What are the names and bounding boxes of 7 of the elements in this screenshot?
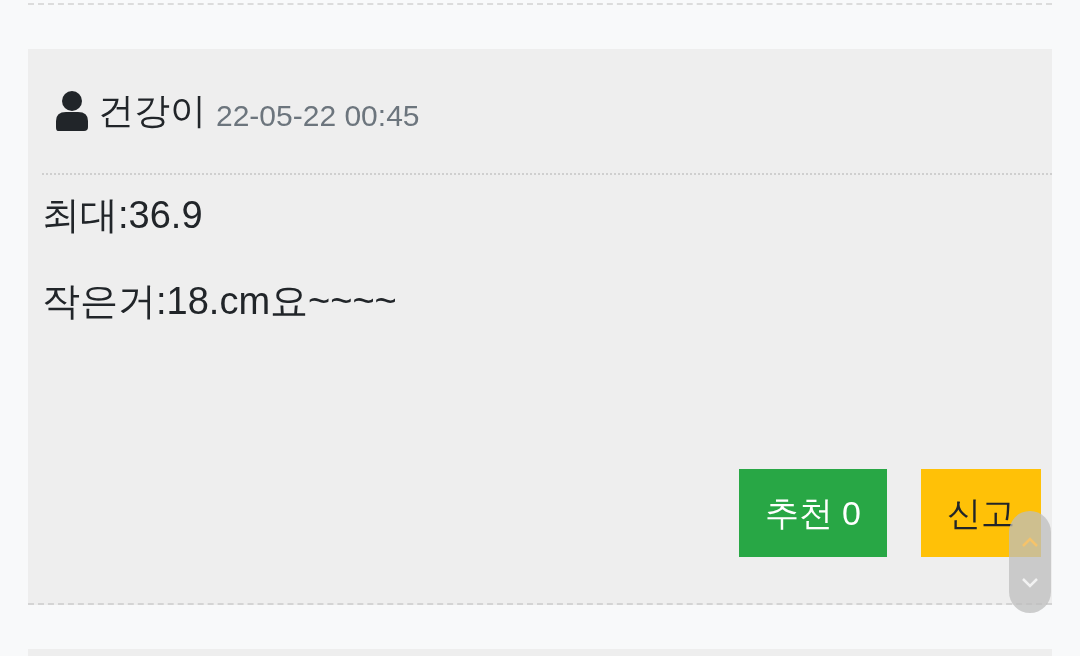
comment-datetime: 22-05-22 00:45	[216, 97, 420, 134]
chevron-down-icon[interactable]	[1021, 577, 1039, 588]
comment-text: 작은거:18.cm요~~~~	[42, 278, 398, 324]
comment-text: 최대:36.9	[42, 193, 204, 238]
author-name: 건강이	[98, 89, 206, 133]
chevron-up-icon[interactable]	[1021, 536, 1039, 547]
user-icon	[56, 91, 88, 131]
